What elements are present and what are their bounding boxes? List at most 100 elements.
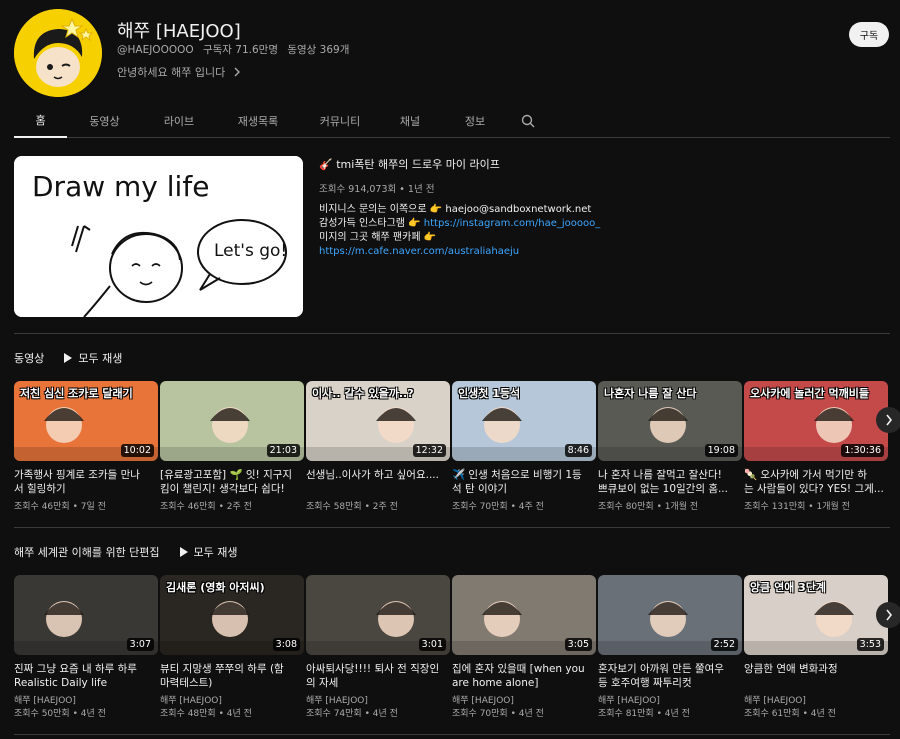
video-thumbnail[interactable]: 21:03 [160,381,304,461]
video-stats: 조회수 61만회 • 4년 전 [744,709,836,719]
video-thumbnail[interactable]: 3:01 [306,575,450,655]
video-thumbnail[interactable]: 나혼자 나름 잘 산다 19:08 [598,381,742,461]
video-title[interactable]: 뷰티 지망생 쭈쭈의 하루 (함 마력테스트) [160,662,304,690]
video-duration: 3:08 [272,638,300,651]
video-card[interactable]: 나혼자 나름 잘 산다 19:08 나 혼자 나름 잘먹고 잘산다! 쁘큐보이 없는 … [598,381,742,514]
video-thumbnail[interactable]: 이사.. 갈수 있을까..? 12:32 [306,381,450,461]
video-card[interactable]: 이사.. 갈수 있을까..? 12:32 선생님..이사가 하고 싶어요.... 조회… [306,381,450,514]
video-duration: 10:02 [120,444,154,457]
featured-thumb-text: Draw my life [32,170,209,203]
cafe-link[interactable]: https://m.cafe.naver.com/australiahaeju [319,245,600,259]
thumbnail-caption: 오사카에 놀러간 먹깨비들 [750,387,869,400]
tab-live[interactable]: 라이브 [142,104,216,138]
video-channel[interactable]: 해쭈 [HAEJOO] [306,695,450,708]
channel-avatar[interactable] [14,9,102,97]
featured-video-description: 비지니스 문의는 이쪽으로 👉 haejoo@sandboxnetwork.ne… [319,203,600,259]
video-stats: 조회수 48만회 • 4년 전 [160,709,252,719]
video-card[interactable]: 김새론 (영화 아저씨) 3:08 뷰티 지망생 쭈쭈의 하루 (함 마력테스트) 해쭈… [160,575,304,721]
video-thumbnail[interactable]: 3:07 [14,575,158,655]
video-meta: 해쭈 [HAEJOO] 조회수 74만회 • 4년 전 [306,695,450,721]
featured-video-title[interactable]: 🎸 tmi폭탄 해쭈의 드로우 마이 라이프 [319,156,500,172]
tab-about[interactable]: 정보 [440,104,510,138]
thumbnail-caption: 인생첫 1등석 [458,387,521,400]
section-title: 동영상 [14,352,45,365]
section-header-videos: 동영상 모두 재생 [14,350,122,366]
video-channel[interactable]: 해쭈 [HAEJOO] [452,695,596,708]
section-divider [14,333,890,334]
video-thumbnail[interactable]: 2:52 [598,575,742,655]
subscriber-count: 구독자 71.6만명 [202,44,279,56]
video-channel[interactable]: 해쭈 [HAEJOO] [598,695,742,708]
video-title[interactable]: 진짜 그냥 요즘 내 하루 하루 Realistic Daily life [14,662,158,690]
video-stats: 조회수 46만회 • 7일 전 [14,502,106,512]
subscribe-button[interactable]: 구독 [849,22,889,47]
video-shelf: 저친 심신 조카로 달래기 10:02 가족행사 핑계로 조카들 만나 서 힐링하기 조… [14,381,900,521]
play-all-button[interactable]: 모두 재생 [64,350,122,366]
video-stats: 조회수 70만회 • 4주 전 [452,502,544,512]
tab-home[interactable]: 홈 [14,104,67,138]
video-card[interactable]: 2:52 혼자보기 아까워 만든 쭐여우 등 호주여행 짜투리컷해쭈 [HAEJOO… [598,575,742,721]
channel-name: 해쭈 [HAEJOO] [117,21,241,42]
video-meta: 조회수 131만회 • 1개월 전 [744,501,888,514]
video-channel[interactable]: 해쭈 [HAEJOO] [160,695,304,708]
featured-desc-line: 미지의 그곳 해쭈 팬카페 👉 [319,232,437,243]
video-duration: 8:46 [564,444,592,457]
channel-handle: @HAEJOOOOO [117,44,194,56]
video-card[interactable]: 3:07 진짜 그냥 요즘 내 하루 하루 Realistic Daily life… [14,575,158,721]
video-card[interactable]: 저친 심신 조카로 달래기 10:02 가족행사 핑계로 조카들 만나 서 힐링하기조… [14,381,158,514]
video-card[interactable]: 오사카에 놀러간 먹깨비들 1:30:36 🍡 오사카에 가서 먹기만 하는 사람들… [744,381,888,514]
video-thumbnail[interactable]: 3:05 [452,575,596,655]
video-channel[interactable]: 해쭈 [HAEJOO] [744,695,888,708]
thumbnail-caption: 김새론 (영화 아저씨) [166,581,265,594]
channel-description[interactable]: 안녕하세요 해쭈 입니다 [117,64,241,80]
play-icon [179,547,188,557]
video-duration: 21:03 [266,444,300,457]
section-divider [14,527,890,528]
video-stats: 조회수 46만회 • 2주 전 [160,502,252,512]
video-thumbnail[interactable]: 저친 심신 조카로 달래기 10:02 [14,381,158,461]
video-thumbnail[interactable]: 김새론 (영화 아저씨) 3:08 [160,575,304,655]
featured-video-meta: 조회수 914,073회 • 1년 전 [319,184,435,195]
search-icon [521,114,535,128]
video-title[interactable]: 가족행사 핑계로 조카들 만나 서 힐링하기 [14,468,158,496]
tab-playlists[interactable]: 재생목록 [216,104,300,138]
video-title[interactable]: [유료광고포함] 🌱 잇! 지구지 킴이 챌린지! 생각보다 쉽다! [160,468,304,496]
video-channel[interactable]: 해쭈 [HAEJOO] [14,695,158,708]
video-title[interactable]: ✈️ 인생 처음으로 비행기 1등 석 탄 이야기 [452,468,596,496]
thumbnail-caption: 이사.. 갈수 있을까..? [312,387,414,400]
shelf-next-button[interactable] [876,407,900,433]
video-thumbnail[interactable]: 오사카에 놀러간 먹깨비들 1:30:36 [744,381,888,461]
avatar-illustration [14,9,102,97]
video-card[interactable]: 3:05 집에 혼자 있을때 [when you are home alone] 해쭈… [452,575,596,721]
featured-desc-line: 비지니스 문의는 이쪽으로 👉 haejoo@sandboxnetwork.ne… [319,204,592,215]
video-card[interactable]: 21:03 [유료광고포함] 🌱 잇! 지구지 킴이 챌린지! 생각보다 쉽다! 조회… [160,381,304,514]
video-thumbnail[interactable]: 앙큼 연애 3단계 3:53 [744,575,888,655]
shelf-next-button[interactable] [876,602,900,628]
video-card[interactable]: 앙큼 연애 3단계 3:53 앙큼한 연애 변화과정해쭈 [HAEJOO] 조회수 6… [744,575,888,721]
tab-videos[interactable]: 동영상 [67,104,142,138]
video-card[interactable]: 인생첫 1등석 8:46 ✈️ 인생 처음으로 비행기 1등 석 탄 이야기조회수 7… [452,381,596,514]
instagram-link[interactable]: https://instagram.com/hae_jooooo_ [424,218,600,229]
video-meta: 해쭈 [HAEJOO] 조회수 48만회 • 4년 전 [160,695,304,721]
video-card[interactable]: 3:01 아싸퇴사당!!!! 퇴사 전 직장인 의 자세해쭈 [HAEJOO] 조회수… [306,575,450,721]
video-title[interactable]: 아싸퇴사당!!!! 퇴사 전 직장인 의 자세 [306,662,450,690]
video-title[interactable]: 나 혼자 나름 잘먹고 잘산다! 쁘큐보이 없는 10일간의 홈... [598,468,742,496]
section-title: 해쭈 세계관 이해를 위한 단편집 [14,546,160,559]
video-title[interactable]: 앙큼한 연애 변화과정 [744,662,888,690]
video-duration: 2:52 [710,638,738,651]
channel-tabs: 홈 동영상 라이브 재생목록 커뮤니티 채널 정보 [14,104,890,138]
chevron-right-icon [886,609,893,621]
tab-channels[interactable]: 채널 [380,104,440,138]
video-thumbnail[interactable]: 인생첫 1등석 8:46 [452,381,596,461]
play-all-button[interactable]: 모두 재생 [179,544,238,560]
tab-search[interactable] [510,104,546,138]
video-title[interactable]: 🍡 오사카에 가서 먹기만 하는 사람들이 있다? YES! 그게... [744,468,888,496]
video-stats: 조회수 131만회 • 1개월 전 [744,502,850,512]
video-title[interactable]: 혼자보기 아까워 만든 쭐여우 등 호주여행 짜투리컷 [598,662,742,690]
featured-video-thumbnail[interactable]: Draw my life Let's go! [14,156,303,317]
video-title[interactable]: 집에 혼자 있을때 [when you are home alone] [452,662,596,690]
thumbnail-caption: 앙큼 연애 3단계 [750,581,827,594]
video-meta: 조회수 46만회 • 7일 전 [14,501,158,514]
tab-community[interactable]: 커뮤니티 [300,104,380,138]
video-title[interactable]: 선생님..이사가 하고 싶어요.... [306,468,450,496]
